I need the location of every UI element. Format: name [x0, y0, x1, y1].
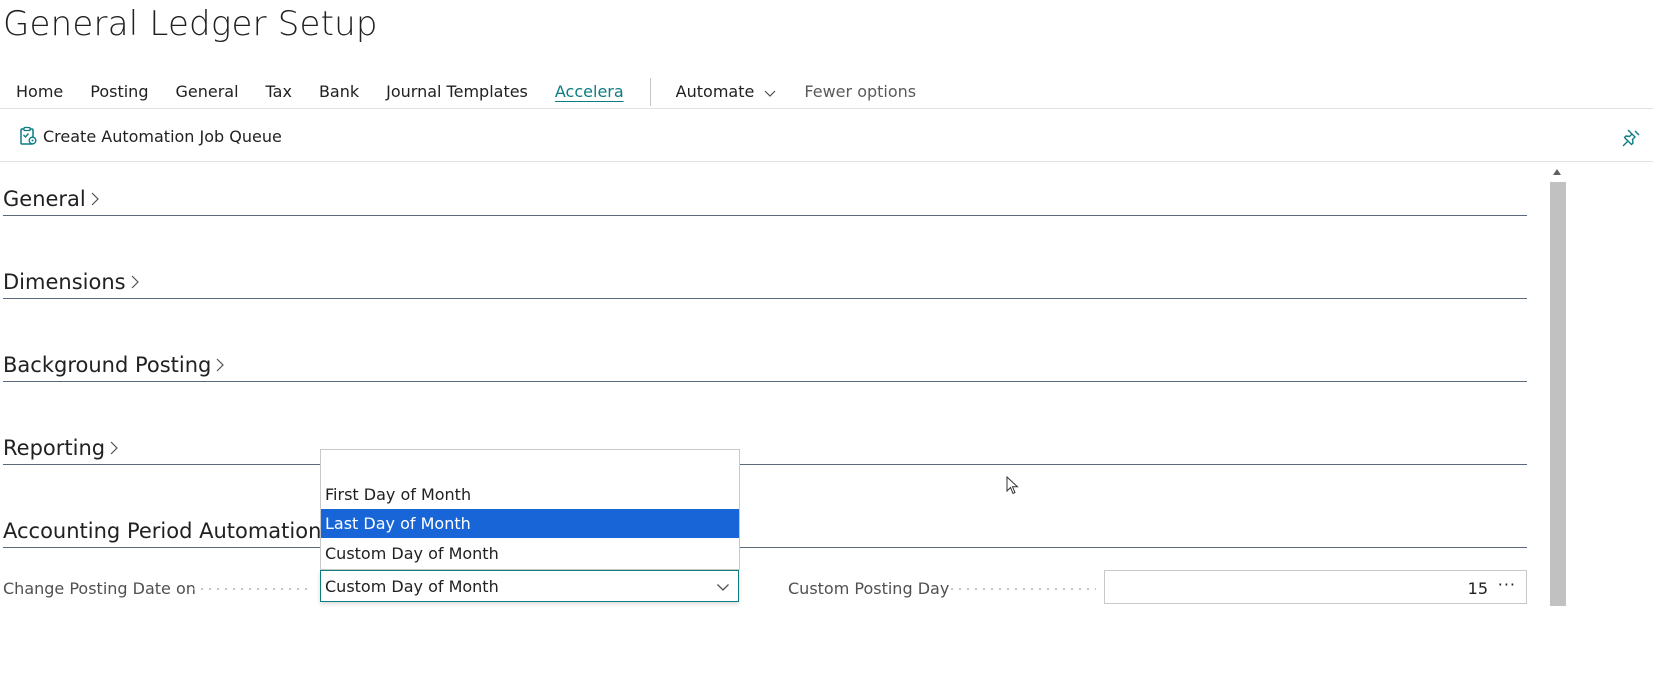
- section-dimensions-header: Dimensions: [3, 270, 141, 294]
- dropdown-option-custom-day[interactable]: Custom Day of Month: [321, 539, 739, 568]
- nav-journal-templates[interactable]: Journal Templates: [386, 82, 528, 102]
- nav-posting[interactable]: Posting: [90, 82, 148, 102]
- nav-divider: [0, 108, 1653, 109]
- nav-automate-label: Automate: [675, 82, 755, 101]
- scroll-up-arrow-icon[interactable]: [1552, 168, 1562, 176]
- create-automation-job-queue-button[interactable]: Create Automation Job Queue: [18, 124, 282, 148]
- section-reporting-header: Reporting: [3, 436, 120, 460]
- custom-posting-day-input[interactable]: 15 ···: [1104, 570, 1527, 604]
- change-posting-date-on-select[interactable]: Custom Day of Month: [320, 570, 739, 602]
- chevron-right-icon: [91, 192, 99, 206]
- nav-home[interactable]: Home: [16, 82, 63, 102]
- create-automation-job-queue-label: Create Automation Job Queue: [43, 126, 282, 146]
- page-title: General Ledger Setup: [3, 4, 378, 44]
- section-dimensions[interactable]: Dimensions: [3, 266, 1527, 299]
- chevron-down-icon: [717, 584, 729, 591]
- vertical-scrollbar[interactable]: [1549, 166, 1567, 675]
- field-leader-dots: [948, 588, 1096, 590]
- section-background-posting-title: Background Posting: [3, 353, 212, 377]
- nav-tax[interactable]: Tax: [266, 82, 292, 102]
- fewer-options-button[interactable]: Fewer options: [804, 82, 916, 102]
- dropdown-option-blank[interactable]: [321, 450, 739, 479]
- action-nav-bar: Home Posting General Tax Bank Journal Te…: [16, 78, 943, 106]
- dropdown-option-last-day[interactable]: Last Day of Month: [321, 509, 739, 538]
- general-ledger-setup-page: General Ledger Setup Home Posting Genera…: [0, 0, 1653, 675]
- section-general-title: General: [3, 187, 86, 211]
- scrollbar-thumb[interactable]: [1550, 182, 1566, 606]
- action-bar-divider: [0, 161, 1653, 162]
- section-dimensions-title: Dimensions: [3, 270, 126, 294]
- chevron-right-icon: [131, 275, 139, 289]
- nav-bank[interactable]: Bank: [319, 82, 359, 102]
- mouse-cursor-icon: [1006, 476, 1019, 495]
- custom-posting-day-label: Custom Posting Day: [788, 579, 950, 598]
- dropdown-option-first-day[interactable]: First Day of Month: [321, 480, 739, 509]
- section-general-header: General: [3, 187, 101, 211]
- custom-posting-day-value: 15: [1467, 579, 1488, 598]
- pin-icon[interactable]: [1620, 127, 1642, 149]
- section-background-posting[interactable]: Background Posting: [3, 349, 1527, 382]
- field-leader-dots: [190, 588, 312, 590]
- nav-separator: [649, 78, 651, 106]
- chevron-right-icon: [216, 358, 225, 372]
- section-accounting-period-automation-header: Accounting Period Automation: [3, 519, 321, 543]
- section-general[interactable]: General: [3, 183, 1527, 216]
- nav-automate-menu[interactable]: Automate: [676, 82, 778, 102]
- section-reporting-title: Reporting: [3, 436, 106, 460]
- section-accounting-period-automation[interactable]: Accounting Period Automation: [3, 515, 1527, 548]
- change-posting-date-on-label: Change Posting Date on: [3, 579, 196, 598]
- nav-accelera[interactable]: Accelera: [555, 82, 624, 102]
- nav-general[interactable]: General: [175, 82, 238, 102]
- more-options-icon[interactable]: ···: [1498, 575, 1516, 594]
- chevron-down-icon: [764, 90, 776, 97]
- posting-date-dropdown-list: First Day of Month Last Day of Month Cus…: [320, 449, 740, 570]
- chevron-right-icon: [110, 441, 118, 455]
- change-posting-date-on-value: Custom Day of Month: [325, 576, 499, 596]
- section-reporting[interactable]: Reporting: [3, 432, 1527, 465]
- section-background-posting-header: Background Posting: [3, 353, 226, 377]
- section-accounting-period-automation-title: Accounting Period Automation: [3, 519, 322, 543]
- job-queue-icon: [20, 126, 37, 145]
